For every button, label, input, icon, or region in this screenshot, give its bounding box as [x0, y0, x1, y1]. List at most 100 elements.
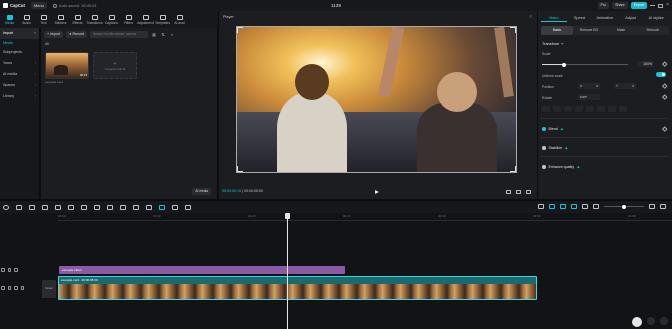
ai-tool-icon[interactable] [159, 204, 165, 210]
project-title[interactable]: 1129 [331, 3, 341, 8]
sidebar-item-library[interactable]: Library › [0, 91, 39, 102]
sort-icon[interactable]: ⇅ [160, 32, 166, 38]
tab-transitions[interactable]: Transitions [86, 11, 103, 28]
media-search-input[interactable]: Search for file names, access [90, 31, 149, 38]
zoom-slider[interactable] [604, 204, 644, 209]
settings-icon[interactable] [660, 317, 668, 325]
snapshot-icon[interactable] [516, 190, 521, 194]
scale-slider[interactable] [542, 62, 628, 67]
close-icon[interactable]: × [666, 3, 669, 8]
blend-checkbox[interactable] [542, 127, 546, 131]
blend-row[interactable]: Blend ◆ [538, 126, 672, 132]
audio-icon[interactable] [14, 286, 18, 290]
eye-icon[interactable] [7, 268, 11, 272]
slider-handle[interactable] [562, 62, 566, 67]
tab-ai-stylize[interactable]: AI stylize [643, 14, 669, 22]
pro-button[interactable]: Pro [597, 2, 610, 9]
enhance-quality-row[interactable]: Enhance quality ◆ [538, 165, 672, 169]
subtab-mask[interactable]: Mask [605, 26, 637, 35]
preview-axis-icon[interactable] [582, 204, 588, 209]
stabilize-row[interactable]: Stabilize ◆ [538, 146, 672, 150]
video-preview[interactable] [236, 26, 517, 173]
resize-handle[interactable] [237, 27, 243, 33]
sidebar-item-import[interactable]: Import ▾ [0, 28, 39, 39]
lock-icon[interactable] [1, 286, 5, 290]
scale-value[interactable]: 100% [638, 61, 654, 67]
all-filter-label[interactable]: All [41, 42, 217, 46]
timeline-area[interactable]: 00:00 00:10 00:20 00:30 00:40 00:50 01:0… [0, 213, 672, 329]
align-top-icon[interactable] [575, 106, 583, 112]
help-icon[interactable] [647, 317, 655, 325]
tab-video[interactable]: Video [541, 14, 567, 22]
chevron-down-icon[interactable]: ▾ [561, 41, 563, 46]
subtab-retouch[interactable]: Retouch [637, 26, 669, 35]
cover-button[interactable]: Cover [42, 280, 56, 298]
more-icon[interactable] [20, 286, 24, 290]
position-x-field[interactable]: X0 [578, 83, 600, 89]
align-right-icon[interactable] [564, 106, 572, 112]
tab-effects[interactable]: Effects [69, 11, 86, 28]
undo-icon[interactable] [16, 204, 22, 210]
subtab-remove-bg[interactable]: Remove BG [573, 26, 605, 35]
import-button[interactable]: + Import [44, 31, 64, 38]
keyframe-icon[interactable] [661, 83, 667, 89]
keyframe-icon[interactable] [661, 126, 667, 132]
keyframe-icon[interactable] [661, 94, 667, 100]
ai-media-button[interactable]: AI media [192, 188, 211, 195]
filter-icon[interactable]: ▿ [169, 32, 175, 38]
lock-icon[interactable] [1, 268, 5, 272]
more-menu-icon[interactable]: ≡ [530, 14, 532, 19]
rotate-field[interactable]: 0.00° [578, 94, 600, 100]
split-icon[interactable] [42, 204, 48, 210]
tab-ai-avatar[interactable]: AI avat [171, 11, 188, 28]
tab-adjustment[interactable]: Adjustment [137, 11, 154, 28]
zoom-handle[interactable] [622, 204, 626, 209]
media-item[interactable]: 00:15 example.mp4 [45, 52, 89, 84]
flip-h-icon[interactable] [608, 106, 616, 112]
sidebar-item-media[interactable]: Media [0, 39, 39, 47]
mic-icon[interactable] [538, 204, 544, 209]
align-center-v-icon[interactable] [586, 106, 594, 112]
select-tool-icon[interactable] [3, 204, 9, 210]
zoom-out-icon[interactable] [593, 204, 599, 209]
record-button[interactable]: ● Record [66, 31, 88, 38]
speed-icon[interactable] [185, 204, 191, 210]
resize-handle[interactable] [510, 166, 516, 172]
resize-handle[interactable] [237, 166, 243, 172]
zoom-in-icon[interactable] [649, 204, 655, 209]
minimize-icon[interactable] [650, 5, 656, 6]
audio-icon[interactable] [14, 268, 18, 272]
sidebar-item-yours[interactable]: Yours › [0, 58, 39, 69]
video-clip[interactable]: example.mp4 · 00:00:05:00 [58, 276, 537, 300]
assistant-icon[interactable] [632, 317, 642, 327]
crop-icon[interactable] [107, 204, 113, 210]
effect-clip[interactable]: example effect [59, 266, 345, 274]
sidebar-item-subprojects[interactable]: Subprojects [0, 47, 39, 58]
tab-speed[interactable]: Speed [567, 14, 593, 22]
playhead[interactable] [287, 213, 288, 329]
freeze-icon[interactable] [172, 204, 178, 210]
tab-media[interactable]: Media [1, 11, 18, 28]
tab-audio[interactable]: Audio [18, 11, 35, 28]
delete-icon[interactable] [81, 204, 87, 210]
split-left-icon[interactable] [55, 204, 61, 210]
fullscreen-icon[interactable] [526, 190, 531, 194]
export-button[interactable]: Export [630, 2, 648, 9]
align-bottom-icon[interactable] [597, 106, 605, 112]
tab-animation[interactable]: Animation [592, 14, 618, 22]
tab-templates[interactable]: Templates [154, 11, 171, 28]
tab-filters[interactable]: Filters [120, 11, 137, 28]
subtab-basic[interactable]: Basic [541, 26, 573, 35]
fit-timeline-icon[interactable] [660, 204, 666, 209]
sidebar-item-spaces[interactable]: Spaces › [0, 80, 39, 91]
main-track-magnet-icon[interactable] [549, 204, 555, 209]
tab-stickers[interactable]: Stickers [52, 11, 69, 28]
media-thumbnail[interactable]: 00:15 [45, 52, 89, 79]
grid-view-icon[interactable]: ▦ [151, 32, 157, 38]
mirror-icon[interactable] [133, 204, 139, 210]
enhance-checkbox[interactable] [542, 165, 546, 169]
flip-v-icon[interactable] [619, 106, 627, 112]
keyframe-icon[interactable] [661, 61, 667, 67]
split-right-icon[interactable] [68, 204, 74, 210]
tab-text[interactable]: Text [35, 11, 52, 28]
